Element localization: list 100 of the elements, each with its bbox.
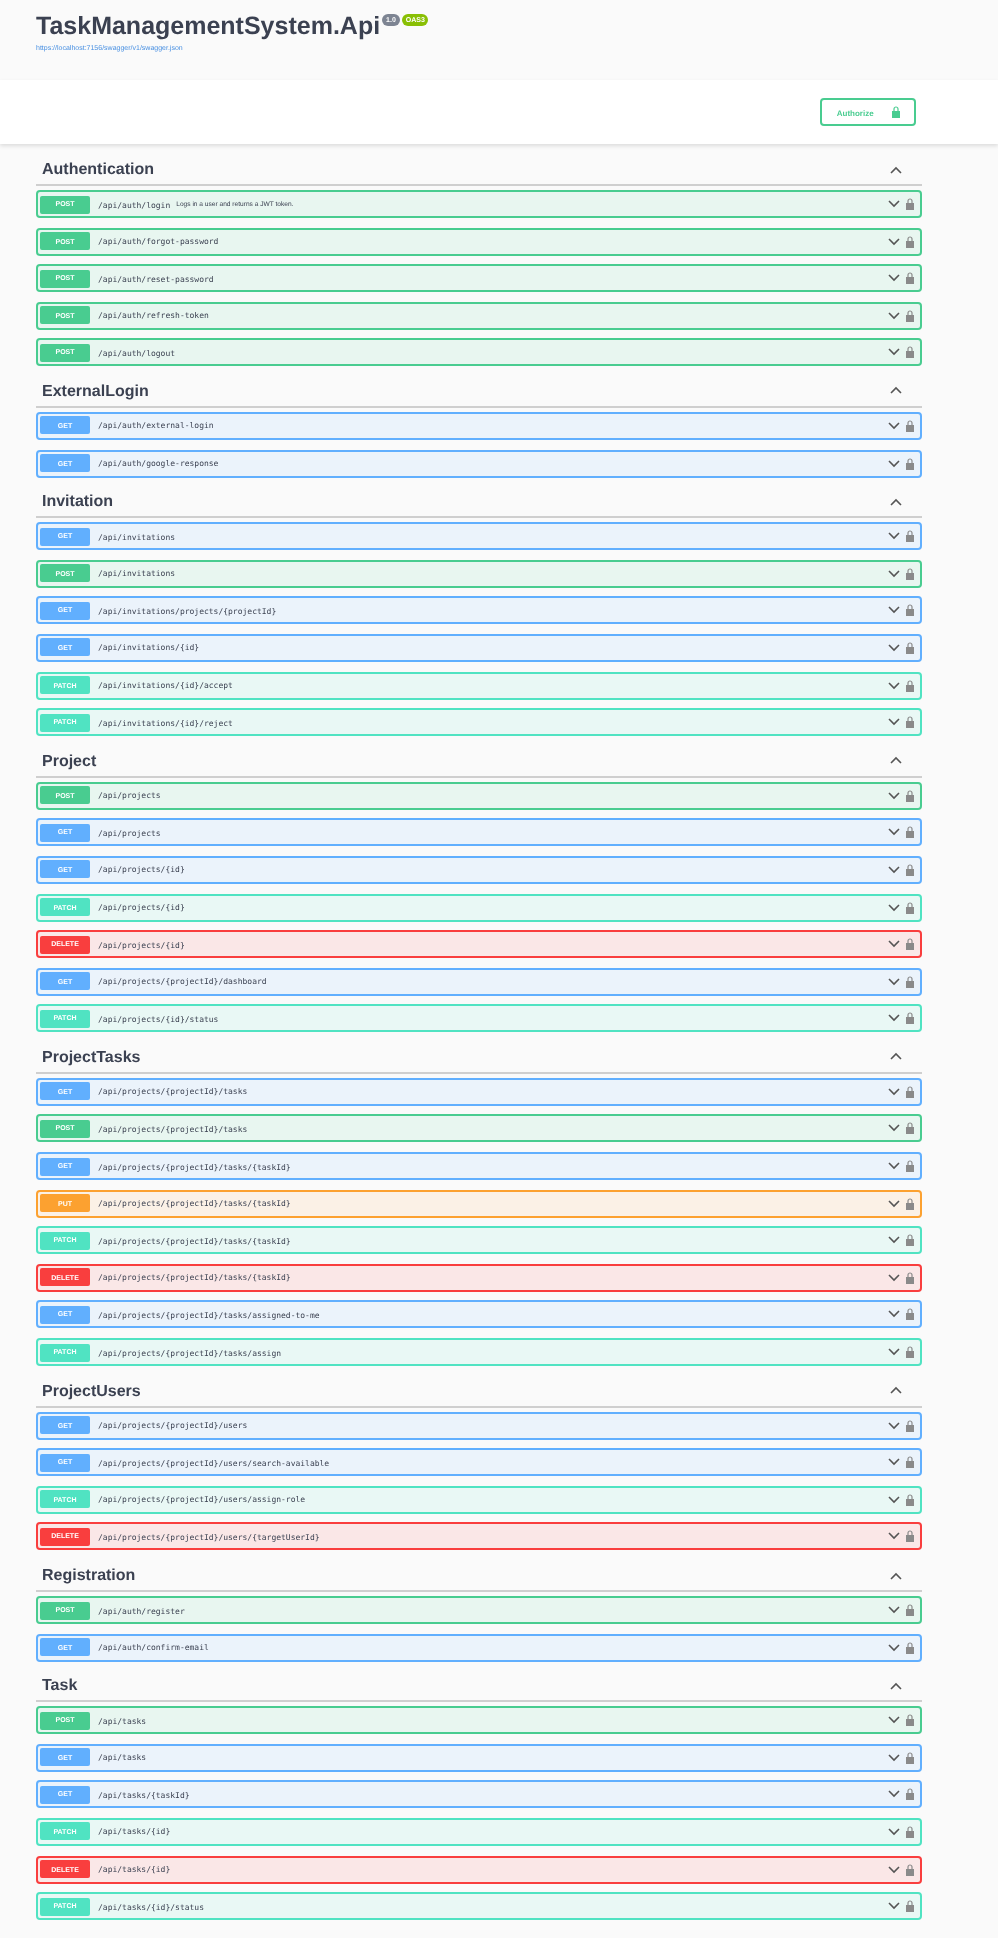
chevron-up-icon[interactable] [890, 756, 902, 765]
lock-icon[interactable] [906, 1751, 914, 1764]
lock-icon[interactable] [906, 1641, 914, 1654]
chevron-down-icon[interactable] [888, 1162, 900, 1171]
lock-icon[interactable] [906, 1197, 914, 1210]
chevron-down-icon[interactable] [888, 1199, 900, 1208]
chevron-down-icon[interactable] [888, 1014, 900, 1023]
lock-icon[interactable] [906, 1456, 914, 1469]
section-title: Authentication [42, 160, 154, 178]
section-header[interactable]: ProjectUsers [36, 1375, 922, 1408]
section-header[interactable]: Invitation [36, 486, 922, 519]
chevron-down-icon[interactable] [888, 274, 900, 283]
lock-icon[interactable] [906, 1604, 914, 1616]
lock-icon[interactable] [906, 1530, 914, 1543]
chevron-down-icon[interactable] [888, 903, 900, 911]
chevron-down-icon[interactable] [888, 1790, 900, 1799]
lock-icon[interactable] [906, 1825, 914, 1838]
chevron-down-icon[interactable] [888, 791, 900, 800]
section-header[interactable]: Project [36, 745, 922, 778]
lock-icon[interactable] [906, 863, 914, 876]
chevron-down-icon[interactable] [888, 1902, 900, 1911]
chevron-down-icon[interactable] [888, 1421, 900, 1430]
chevron-down-icon[interactable] [888, 1643, 900, 1652]
lock-icon[interactable] [906, 1788, 914, 1801]
chevron-down-icon[interactable] [888, 1310, 900, 1319]
chevron-down-icon[interactable] [888, 348, 900, 357]
chevron-down-icon[interactable] [888, 606, 900, 615]
chevron-down-icon[interactable] [888, 421, 900, 430]
chevron-down-icon[interactable] [888, 1532, 900, 1541]
lock-icon[interactable] [906, 1234, 914, 1247]
chevron-down-icon[interactable] [888, 459, 900, 468]
lock-icon[interactable] [906, 1863, 914, 1876]
lock-icon[interactable] [906, 1714, 914, 1727]
chevron-down-icon[interactable] [888, 977, 900, 986]
lock-icon[interactable] [906, 679, 914, 692]
chevron-up-icon[interactable] [890, 1386, 902, 1395]
section-header[interactable]: Registration [36, 1560, 922, 1592]
chevron-down-icon[interactable] [888, 1348, 900, 1357]
chevron-down-icon[interactable] [888, 1236, 900, 1245]
lock-icon[interactable] [906, 198, 914, 210]
chevron-down-icon[interactable] [888, 681, 900, 690]
chevron-down-icon[interactable] [888, 1458, 900, 1467]
lock-icon[interactable] [906, 1900, 914, 1913]
chevron-down-icon[interactable] [888, 532, 900, 541]
lock-icon[interactable] [906, 789, 914, 802]
chevron-up-icon[interactable] [890, 386, 902, 395]
section-header[interactable]: ProjectTasks [36, 1041, 922, 1074]
lock-icon[interactable] [906, 975, 914, 988]
chevron-down-icon[interactable] [888, 1087, 900, 1096]
chevron-down-icon[interactable] [888, 1124, 900, 1133]
lock-icon[interactable] [906, 309, 914, 322]
chevron-up-icon[interactable] [890, 1681, 902, 1690]
chevron-down-icon[interactable] [888, 828, 900, 837]
chevron-down-icon[interactable] [888, 643, 900, 652]
lock-icon[interactable] [906, 457, 914, 470]
section-title: ProjectTasks [42, 1047, 141, 1066]
chevron-up-icon[interactable] [890, 165, 902, 173]
lock-icon[interactable] [906, 272, 914, 285]
chevron-down-icon[interactable] [888, 865, 900, 874]
section-header[interactable]: Authentication [36, 154, 922, 186]
lock-icon[interactable] [906, 567, 914, 580]
section-title: Registration [42, 1566, 136, 1584]
chevron-down-icon[interactable] [888, 1865, 900, 1874]
lock-icon[interactable] [906, 1085, 914, 1098]
lock-icon[interactable] [906, 1122, 914, 1135]
lock-icon[interactable] [906, 938, 914, 951]
chevron-up-icon[interactable] [890, 1052, 902, 1061]
lock-icon[interactable] [906, 901, 914, 913]
lock-icon[interactable] [906, 1493, 914, 1506]
lock-icon[interactable] [906, 346, 914, 359]
section-header[interactable]: ExternalLogin [36, 375, 922, 408]
lock-icon[interactable] [906, 419, 914, 432]
chevron-down-icon[interactable] [888, 1827, 900, 1836]
lock-icon[interactable] [906, 641, 914, 654]
section-title: ProjectUsers [42, 1381, 141, 1400]
lock-icon[interactable] [906, 530, 914, 543]
lock-icon[interactable] [906, 604, 914, 617]
lock-icon[interactable] [906, 235, 914, 248]
lock-icon[interactable] [906, 826, 914, 839]
chevron-down-icon[interactable] [888, 718, 900, 727]
section-header[interactable]: Task [36, 1670, 922, 1703]
chevron-down-icon[interactable] [888, 1716, 900, 1725]
lock-icon[interactable] [906, 1419, 914, 1432]
lock-icon[interactable] [906, 1271, 914, 1284]
chevron-down-icon[interactable] [888, 200, 900, 208]
chevron-down-icon[interactable] [888, 940, 900, 949]
lock-icon[interactable] [906, 1308, 914, 1321]
lock-icon[interactable] [906, 1160, 914, 1173]
chevron-down-icon[interactable] [888, 569, 900, 578]
chevron-down-icon[interactable] [888, 1753, 900, 1762]
chevron-down-icon[interactable] [888, 1495, 900, 1504]
lock-icon[interactable] [906, 1346, 914, 1359]
lock-icon[interactable] [906, 1012, 914, 1025]
lock-icon[interactable] [906, 716, 914, 729]
chevron-up-icon[interactable] [890, 497, 902, 506]
chevron-down-icon[interactable] [888, 1273, 900, 1282]
chevron-down-icon[interactable] [888, 237, 900, 246]
chevron-down-icon[interactable] [888, 311, 900, 320]
chevron-down-icon[interactable] [888, 1606, 900, 1614]
chevron-up-icon[interactable] [890, 1571, 902, 1579]
